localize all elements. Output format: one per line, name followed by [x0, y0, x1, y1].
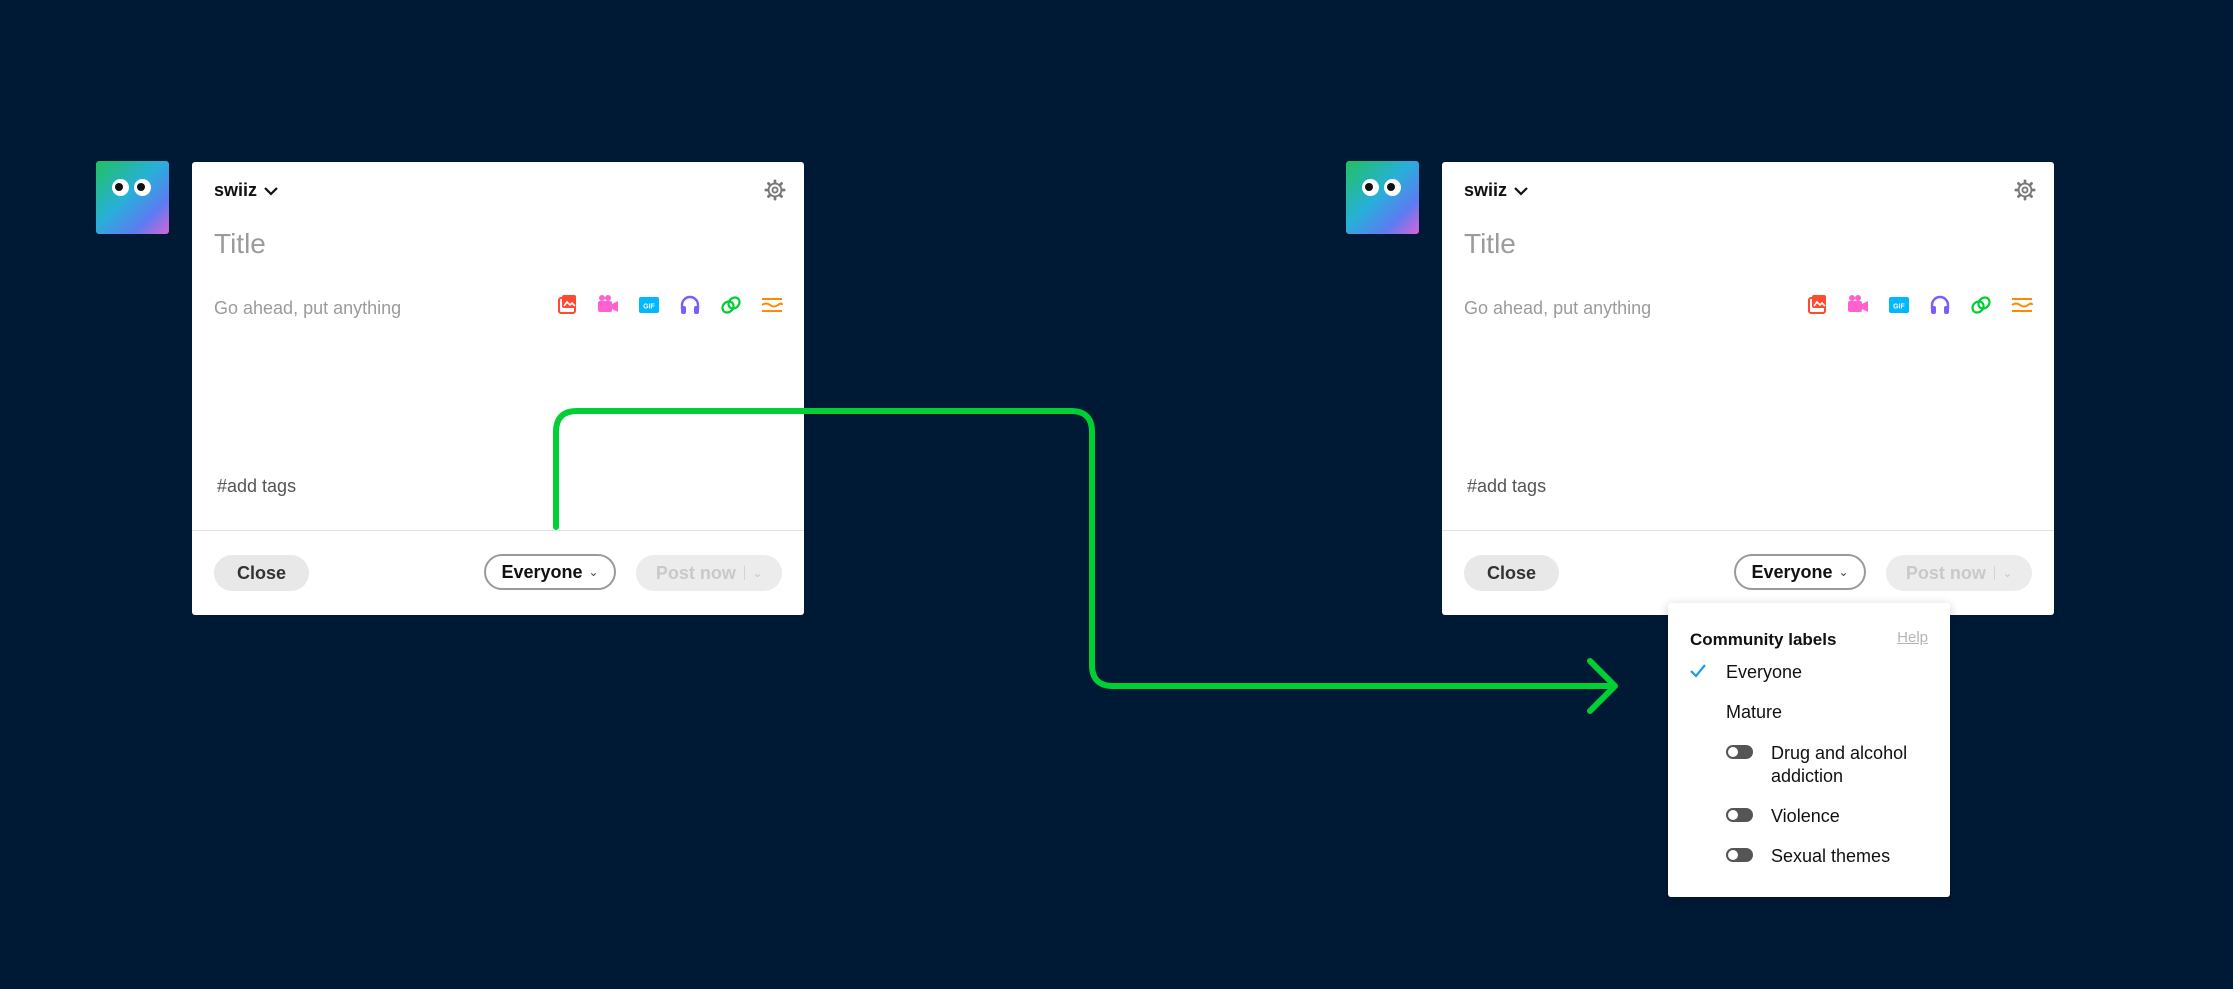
flow-arrow-icon	[553, 408, 1618, 714]
